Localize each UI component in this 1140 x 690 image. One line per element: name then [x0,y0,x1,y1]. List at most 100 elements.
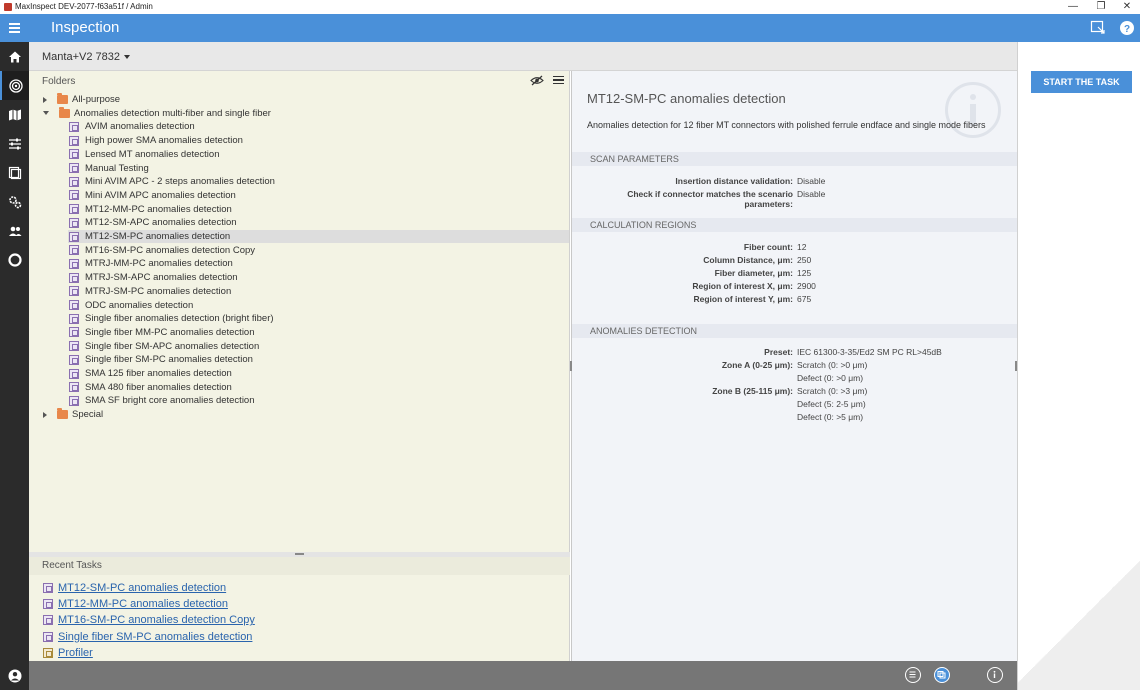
tree-task[interactable]: MT12-SM-PC anomalies detection [68,230,569,243]
screen-capture-icon[interactable] [1090,20,1106,36]
zone-b-value: Defect (0: >5 μm) [797,412,864,422]
tree-task[interactable]: Mini AVIM APC anomalies detection [69,189,570,202]
tree-folder[interactable]: Anomalies detection multi-fiber and sing… [43,106,563,120]
close-button[interactable]: ✕ [1114,0,1140,14]
task-title: MT12-SM-PC anomalies detection [587,91,786,106]
home-icon[interactable] [0,42,29,71]
tree-item-label: Mini AVIM APC - 2 steps anomalies detect… [85,176,275,188]
account-avatar-icon[interactable] [0,661,29,690]
help-icon[interactable]: ? [1119,20,1135,36]
app-logo-icon [4,3,12,11]
tree-task[interactable]: High power SMA anomalies detection [69,134,570,147]
device-selector[interactable]: Manta+V2 7832 [42,51,130,63]
tree-task[interactable]: AVIM anomalies detection [69,120,570,133]
recent-tasks-header: Recent Tasks [29,557,570,575]
recent-task-item[interactable]: MT16-SM-PC anomalies detection Copy [43,613,255,627]
tree-task[interactable]: SMA 125 fiber anomalies detection [69,367,570,380]
tree-item-label: MTRJ-MM-PC anomalies detection [85,258,233,270]
zone-b-value: Defect (5: 2-5 μm) [797,399,866,409]
chevron-right-icon[interactable] [43,96,47,103]
chevron-down-icon[interactable] [43,111,49,116]
window-title: MaxInspect DEV-2077-f63a51f / Admin [15,2,153,11]
tree-item-label: All-purpose [72,94,121,105]
recent-tasks-panel: Recent Tasks MT12-SM-PC anomalies detect… [29,557,570,661]
task-icon [69,121,79,132]
zone-a-value: Scratch (0: >0 μm) [797,360,868,370]
minimize-button[interactable]: — [1060,0,1086,14]
task-icon [69,327,79,338]
tree-task[interactable]: SMA SF bright core anomalies detection [69,394,570,407]
tree-task[interactable]: Single fiber anomalies detection (bright… [69,312,570,325]
tree-item-label: MT16-SM-PC anomalies detection Copy [85,244,256,256]
info-icon[interactable] [987,667,1003,683]
left-nav [0,42,29,690]
users-icon[interactable] [0,216,29,245]
param-value: 250 [797,255,812,265]
recent-task-item[interactable]: Profiler [43,646,93,660]
task-icon [43,599,53,610]
tree-item-label: ODC anomalies detection [85,299,194,311]
tree-task[interactable]: SMA 480 fiber anomalies detection [69,381,570,394]
hamburger-menu-icon[interactable] [0,14,29,42]
reports-icon[interactable] [0,158,29,187]
tree-item-label: Special [72,409,104,421]
tree-task[interactable]: Single fiber SM-APC anomalies detection [69,340,570,353]
recent-task-item[interactable]: MT12-MM-PC anomalies detection [43,597,228,611]
tree-item-label: MT12-MM-PC anomalies detection [85,203,232,215]
recent-task-link[interactable]: Single fiber SM-PC anomalies detection [58,631,252,643]
tree-task[interactable]: MTRJ-MM-PC anomalies detection [69,257,570,270]
zone-b-value: Scratch (0: >3 μm) [797,386,868,396]
settings-gears-icon[interactable] [0,187,29,216]
list-view-icon[interactable] [905,667,921,683]
task-details-panel: MT12-SM-PC anomalies detection Anomalies… [571,71,1018,661]
support-lifebuoy-icon[interactable] [0,245,29,274]
tree-item-label: Lensed MT anomalies detection [85,148,220,160]
start-task-button[interactable]: START THE TASK [1031,71,1132,93]
tree-task[interactable]: MT12-SM-APC anomalies detection [69,216,570,229]
task-icon [69,190,79,201]
inspection-target-icon[interactable] [0,71,29,100]
map-icon[interactable] [0,100,29,129]
tree-task[interactable]: Manual Testing [69,162,570,175]
tree-task[interactable]: ODC anomalies detection [69,299,570,312]
task-icon [69,204,79,215]
param-value: 125 [797,268,812,278]
tree-task[interactable]: MTRJ-SM-PC anomalies detection [69,285,570,298]
tree-task[interactable]: MT12-MM-PC anomalies detection [69,203,570,216]
tree-task[interactable]: Lensed MT anomalies detection [69,148,570,161]
tree-folder[interactable]: Special [43,408,563,421]
recent-task-link[interactable]: MT12-MM-PC anomalies detection [58,598,228,610]
recent-task-link[interactable]: Profiler [58,647,93,659]
param-value: 2900 [797,281,816,291]
eye-off-icon[interactable] [530,75,544,89]
tree-item-label: Single fiber anomalies detection (bright… [85,313,274,325]
anomalies-detection-heading: ANOMALIES DETECTION [572,324,1018,338]
gallery-view-icon[interactable] [934,667,950,683]
tree-task[interactable]: Single fiber SM-PC anomalies detection [69,353,570,366]
task-icon [69,176,79,187]
sliders-icon[interactable] [0,129,29,158]
chevron-right-icon[interactable] [43,411,47,418]
recent-task-item[interactable]: Single fiber SM-PC anomalies detection [43,630,252,644]
param-value: Disable [797,176,826,186]
tree-item-label: Manual Testing [85,162,149,174]
tree-item-label: MTRJ-SM-PC anomalies detection [85,285,232,297]
window-titlebar: MaxInspect DEV-2077-f63a51f / Admin — ❐ … [0,0,1140,14]
tree-task[interactable]: MTRJ-SM-APC anomalies detection [69,271,570,284]
tree-task[interactable]: MT16-SM-PC anomalies detection Copy [69,244,570,257]
tree-folder[interactable]: All-purpose [43,93,563,106]
scan-parameters-heading: SCAN PARAMETERS [572,152,1018,166]
page-title: Inspection [51,19,120,36]
recent-task-link[interactable]: MT12-SM-PC anomalies detection [58,582,226,594]
recent-task-link[interactable]: MT16-SM-PC anomalies detection Copy [58,614,255,626]
tree-task[interactable]: Single fiber MM-PC anomalies detection [69,326,570,339]
tree-task[interactable]: Mini AVIM APC - 2 steps anomalies detect… [69,175,570,188]
device-header: Manta+V2 7832 [29,42,1017,71]
list-menu-icon[interactable] [553,76,564,84]
tree-item-label: Single fiber MM-PC anomalies detection [85,326,255,338]
splitter-grip[interactable] [295,553,304,555]
maximize-button[interactable]: ❐ [1088,0,1114,14]
task-icon [43,583,53,593]
vertical-splitter-grip[interactable] [570,361,572,371]
recent-task-item[interactable]: MT12-SM-PC anomalies detection [43,581,226,595]
